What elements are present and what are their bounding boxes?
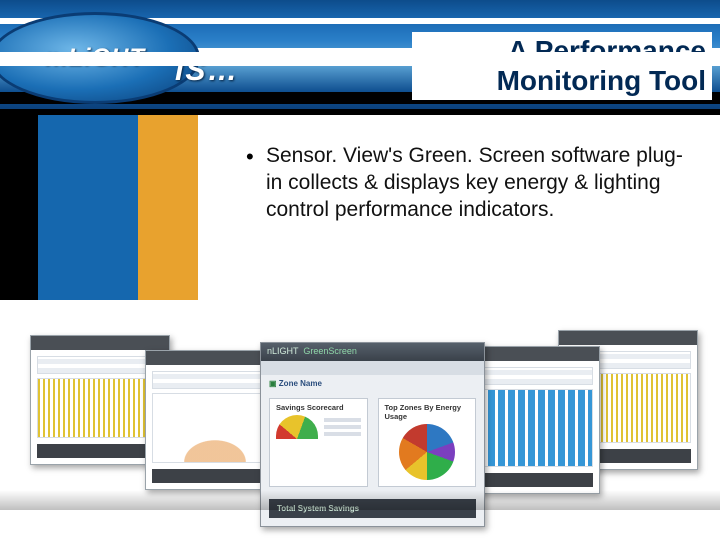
gauge-row xyxy=(276,415,361,439)
brand-logo: n.LiGHT IS… xyxy=(0,8,240,108)
stat-bar xyxy=(324,418,361,422)
bullet-item: Sensor. View's Green. Screen software pl… xyxy=(246,143,692,224)
bullet-list: Sensor. View's Green. Screen software pl… xyxy=(228,115,720,320)
stat-bar xyxy=(324,432,361,436)
slide-title: A Performance Monitoring Tool xyxy=(422,36,706,95)
logo-tail: IS… xyxy=(175,54,239,88)
dashboard-brand-sub: GreenScreen xyxy=(303,346,357,356)
accent-col-blue xyxy=(38,115,138,300)
accent-col-white xyxy=(198,115,228,300)
thumb-footer xyxy=(467,473,593,487)
logo-text: n.LiGHT xyxy=(45,44,145,72)
screenshot-row: nLIGHT GreenScreen ▣ Zone Name Savings S… xyxy=(0,320,720,510)
logo-main: n.LiGHT xyxy=(45,44,145,71)
thumb-titlebar xyxy=(559,331,697,345)
card-energy-breakdown: Top Zones By Energy Usage xyxy=(378,398,477,487)
content-row: Sensor. View's Green. Screen software pl… xyxy=(0,115,720,320)
slide-bottom-shadow xyxy=(0,490,720,510)
dashboard-tabs xyxy=(261,361,484,375)
dashboard-zone-label: ▣ Zone Name xyxy=(261,375,484,392)
logo-ellipse: n.LiGHT xyxy=(0,12,200,104)
stat-bar xyxy=(324,425,361,429)
dashboard-brand: nLIGHT xyxy=(267,346,298,356)
card-title: Top Zones By Energy Usage xyxy=(385,403,470,421)
slide-title-box: A Performance Monitoring Tool xyxy=(412,32,712,104)
pie-chart-icon xyxy=(399,424,455,480)
card-title: Savings Scorecard xyxy=(276,403,361,412)
thumb-chart xyxy=(467,389,593,467)
slide-header: n.LiGHT IS… A Performance Monitoring Too… xyxy=(0,0,720,115)
dashboard-header: nLIGHT GreenScreen xyxy=(261,343,484,361)
thumb-titlebar xyxy=(31,336,169,350)
accent-col-gold xyxy=(138,115,198,300)
thumb-table xyxy=(467,367,593,385)
card-savings-scorecard: Savings Scorecard xyxy=(269,398,368,487)
accent-col-black xyxy=(0,115,38,300)
gauge-icon xyxy=(276,415,318,439)
header-underline xyxy=(0,109,720,115)
dashboard-body: Savings Scorecard Top Zones By Energy Us… xyxy=(261,392,484,493)
